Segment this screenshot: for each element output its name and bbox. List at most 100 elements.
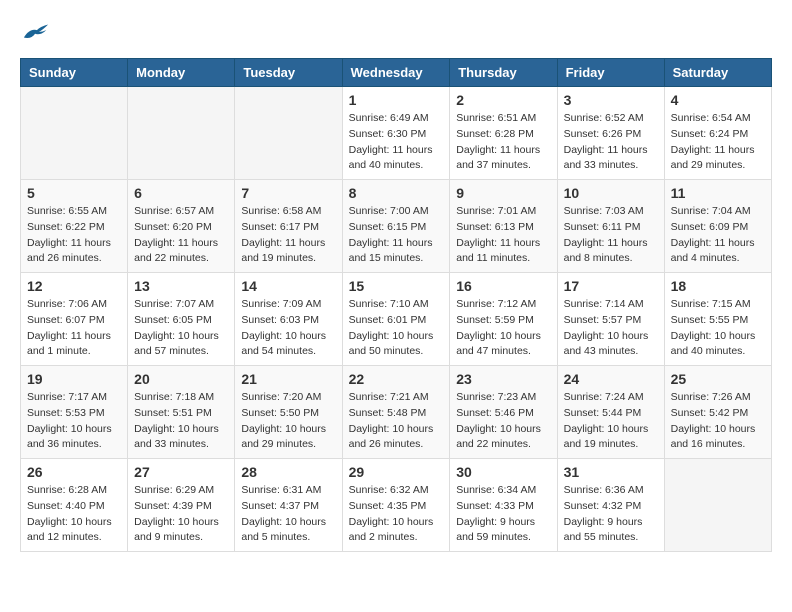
day-number: 10: [564, 185, 658, 201]
calendar-cell: 28 Sunrise: 6:31 AM Sunset: 4:37 PM Dayli…: [235, 459, 342, 552]
logo: [20, 20, 50, 42]
day-of-week-header: Saturday: [664, 59, 771, 87]
day-number: 6: [134, 185, 228, 201]
calendar-cell: 23 Sunrise: 7:23 AM Sunset: 5:46 PM Dayli…: [450, 366, 557, 459]
day-number: 29: [349, 464, 444, 480]
day-info: Sunrise: 7:04 AM Sunset: 6:09 PM Dayligh…: [671, 204, 765, 267]
day-number: 7: [241, 185, 335, 201]
day-info: Sunrise: 6:34 AM Sunset: 4:33 PM Dayligh…: [456, 483, 550, 546]
calendar-cell: [21, 87, 128, 180]
day-info: Sunrise: 6:31 AM Sunset: 4:37 PM Dayligh…: [241, 483, 335, 546]
calendar-cell: 30 Sunrise: 6:34 AM Sunset: 4:33 PM Dayli…: [450, 459, 557, 552]
day-of-week-header: Sunday: [21, 59, 128, 87]
day-of-week-row: SundayMondayTuesdayWednesdayThursdayFrid…: [21, 59, 772, 87]
calendar-cell: 13 Sunrise: 7:07 AM Sunset: 6:05 PM Dayli…: [128, 273, 235, 366]
day-info: Sunrise: 7:01 AM Sunset: 6:13 PM Dayligh…: [456, 204, 550, 267]
day-of-week-header: Thursday: [450, 59, 557, 87]
day-info: Sunrise: 7:14 AM Sunset: 5:57 PM Dayligh…: [564, 297, 658, 360]
day-info: Sunrise: 7:17 AM Sunset: 5:53 PM Dayligh…: [27, 390, 121, 453]
calendar-cell: 19 Sunrise: 7:17 AM Sunset: 5:53 PM Dayli…: [21, 366, 128, 459]
day-info: Sunrise: 7:23 AM Sunset: 5:46 PM Dayligh…: [456, 390, 550, 453]
calendar-cell: 4Sunrise: 6:54 AM Sunset: 6:24 PM Daylig…: [664, 87, 771, 180]
day-of-week-header: Friday: [557, 59, 664, 87]
day-info: Sunrise: 6:32 AM Sunset: 4:35 PM Dayligh…: [349, 483, 444, 546]
calendar-cell: 12Sunrise: 7:06 AM Sunset: 6:07 PM Dayli…: [21, 273, 128, 366]
day-of-week-header: Tuesday: [235, 59, 342, 87]
day-number: 16: [456, 278, 550, 294]
day-info: Sunrise: 7:09 AM Sunset: 6:03 PM Dayligh…: [241, 297, 335, 360]
calendar-cell: 1Sunrise: 6:49 AM Sunset: 6:30 PM Daylig…: [342, 87, 450, 180]
day-info: Sunrise: 7:03 AM Sunset: 6:11 PM Dayligh…: [564, 204, 658, 267]
calendar-cell: 8 Sunrise: 7:00 AM Sunset: 6:15 PM Daylig…: [342, 180, 450, 273]
day-number: 13: [134, 278, 228, 294]
logo-bird-icon: [22, 20, 50, 42]
day-number: 8: [349, 185, 444, 201]
day-number: 3: [564, 92, 658, 108]
calendar-cell: 3 Sunrise: 6:52 AM Sunset: 6:26 PM Daylig…: [557, 87, 664, 180]
calendar-week-row: 26 Sunrise: 6:28 AM Sunset: 4:40 PM Dayli…: [21, 459, 772, 552]
day-number: 11: [671, 185, 765, 201]
day-number: 25: [671, 371, 765, 387]
calendar-week-row: 1Sunrise: 6:49 AM Sunset: 6:30 PM Daylig…: [21, 87, 772, 180]
day-number: 9: [456, 185, 550, 201]
calendar-cell: 29 Sunrise: 6:32 AM Sunset: 4:35 PM Dayli…: [342, 459, 450, 552]
calendar-cell: 24 Sunrise: 7:24 AM Sunset: 5:44 PM Dayli…: [557, 366, 664, 459]
page-header: [20, 20, 772, 42]
calendar-cell: 25Sunrise: 7:26 AM Sunset: 5:42 PM Dayli…: [664, 366, 771, 459]
calendar-body: 1Sunrise: 6:49 AM Sunset: 6:30 PM Daylig…: [21, 87, 772, 552]
calendar-week-row: 19 Sunrise: 7:17 AM Sunset: 5:53 PM Dayli…: [21, 366, 772, 459]
day-number: 14: [241, 278, 335, 294]
day-info: Sunrise: 7:21 AM Sunset: 5:48 PM Dayligh…: [349, 390, 444, 453]
calendar-cell: 2Sunrise: 6:51 AM Sunset: 6:28 PM Daylig…: [450, 87, 557, 180]
day-number: 22: [349, 371, 444, 387]
day-number: 23: [456, 371, 550, 387]
day-info: Sunrise: 7:18 AM Sunset: 5:51 PM Dayligh…: [134, 390, 228, 453]
calendar-cell: 9 Sunrise: 7:01 AM Sunset: 6:13 PM Daylig…: [450, 180, 557, 273]
day-info: Sunrise: 7:15 AM Sunset: 5:55 PM Dayligh…: [671, 297, 765, 360]
day-info: Sunrise: 6:28 AM Sunset: 4:40 PM Dayligh…: [27, 483, 121, 546]
day-of-week-header: Monday: [128, 59, 235, 87]
calendar-cell: [235, 87, 342, 180]
day-info: Sunrise: 7:20 AM Sunset: 5:50 PM Dayligh…: [241, 390, 335, 453]
day-number: 18: [671, 278, 765, 294]
day-number: 26: [27, 464, 121, 480]
day-info: Sunrise: 6:51 AM Sunset: 6:28 PM Dayligh…: [456, 111, 550, 174]
day-number: 24: [564, 371, 658, 387]
calendar-table: SundayMondayTuesdayWednesdayThursdayFrid…: [20, 58, 772, 552]
day-number: 21: [241, 371, 335, 387]
calendar-cell: [128, 87, 235, 180]
day-number: 5: [27, 185, 121, 201]
calendar-cell: 16Sunrise: 7:12 AM Sunset: 5:59 PM Dayli…: [450, 273, 557, 366]
calendar-cell: 22 Sunrise: 7:21 AM Sunset: 5:48 PM Dayli…: [342, 366, 450, 459]
calendar-week-row: 12Sunrise: 7:06 AM Sunset: 6:07 PM Dayli…: [21, 273, 772, 366]
day-info: Sunrise: 7:00 AM Sunset: 6:15 PM Dayligh…: [349, 204, 444, 267]
day-info: Sunrise: 6:36 AM Sunset: 4:32 PM Dayligh…: [564, 483, 658, 546]
day-number: 19: [27, 371, 121, 387]
day-info: Sunrise: 7:24 AM Sunset: 5:44 PM Dayligh…: [564, 390, 658, 453]
day-number: 12: [27, 278, 121, 294]
day-info: Sunrise: 6:52 AM Sunset: 6:26 PM Dayligh…: [564, 111, 658, 174]
day-info: Sunrise: 7:07 AM Sunset: 6:05 PM Dayligh…: [134, 297, 228, 360]
calendar-cell: 20Sunrise: 7:18 AM Sunset: 5:51 PM Dayli…: [128, 366, 235, 459]
day-info: Sunrise: 6:58 AM Sunset: 6:17 PM Dayligh…: [241, 204, 335, 267]
day-number: 31: [564, 464, 658, 480]
calendar-cell: 10 Sunrise: 7:03 AM Sunset: 6:11 PM Dayli…: [557, 180, 664, 273]
calendar-cell: [664, 459, 771, 552]
calendar-week-row: 5Sunrise: 6:55 AM Sunset: 6:22 PM Daylig…: [21, 180, 772, 273]
calendar-cell: 18 Sunrise: 7:15 AM Sunset: 5:55 PM Dayli…: [664, 273, 771, 366]
calendar-cell: 6Sunrise: 6:57 AM Sunset: 6:20 PM Daylig…: [128, 180, 235, 273]
calendar-cell: 17Sunrise: 7:14 AM Sunset: 5:57 PM Dayli…: [557, 273, 664, 366]
day-number: 4: [671, 92, 765, 108]
day-info: Sunrise: 7:10 AM Sunset: 6:01 PM Dayligh…: [349, 297, 444, 360]
day-number: 27: [134, 464, 228, 480]
calendar-cell: 27 Sunrise: 6:29 AM Sunset: 4:39 PM Dayli…: [128, 459, 235, 552]
calendar-cell: 31 Sunrise: 6:36 AM Sunset: 4:32 PM Dayli…: [557, 459, 664, 552]
calendar-cell: 14 Sunrise: 7:09 AM Sunset: 6:03 PM Dayli…: [235, 273, 342, 366]
day-number: 28: [241, 464, 335, 480]
day-info: Sunrise: 6:29 AM Sunset: 4:39 PM Dayligh…: [134, 483, 228, 546]
day-number: 15: [349, 278, 444, 294]
day-number: 30: [456, 464, 550, 480]
calendar-cell: 15 Sunrise: 7:10 AM Sunset: 6:01 PM Dayli…: [342, 273, 450, 366]
calendar-cell: 11 Sunrise: 7:04 AM Sunset: 6:09 PM Dayli…: [664, 180, 771, 273]
day-number: 1: [349, 92, 444, 108]
